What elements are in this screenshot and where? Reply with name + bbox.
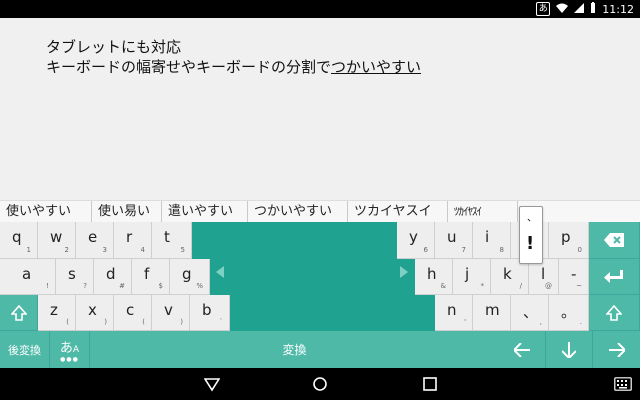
candidate-bar: 使いやすい 使い易い 遣いやすい つかいやすい ツカイヤスイ ﾂｶｲﾔｽｲ [0, 200, 640, 223]
shift-icon [589, 295, 639, 330]
navigation-bar [0, 368, 640, 400]
input-mode-label: あA [59, 340, 80, 356]
editor-line-2: キーボードの幅寄せやキーボードの分割でつかいやすい [46, 56, 421, 77]
enter-icon [589, 259, 639, 294]
enter-key[interactable] [589, 259, 640, 295]
undo-conversion-key[interactable]: 後変換 [0, 331, 50, 368]
key-d[interactable]: d # [94, 259, 132, 295]
key-t[interactable]: t5 [152, 222, 192, 259]
key-i[interactable]: i8 [473, 222, 511, 259]
key-w[interactable]: w2 [38, 222, 76, 259]
key-e[interactable]: e3 [76, 222, 114, 259]
ime-badge-icon: あ [536, 2, 551, 16]
key-y[interactable]: y6 [397, 222, 435, 259]
key-k[interactable]: k / [491, 259, 529, 295]
wifi-icon [556, 3, 569, 16]
cursor-down-key[interactable] [546, 331, 593, 368]
key-f[interactable]: f $ [132, 259, 170, 295]
software-keyboard: q1 w2 e3 r4 t5 y6 u7 i8 9 p0 a! s? d# f$… [0, 222, 640, 368]
candidate-item[interactable]: 使いやすい [0, 201, 92, 223]
key-l[interactable]: l @ [529, 259, 559, 295]
candidate-item[interactable]: ツカイヤスイ [348, 201, 448, 223]
key-j[interactable]: j * [453, 259, 491, 295]
battery-icon [590, 2, 596, 16]
status-bar: あ 11:12 [0, 0, 640, 18]
keyboard-split-gap [230, 295, 435, 331]
text-editor[interactable]: タブレットにも対応 キーボードの幅寄せやキーボードの分割でつかいやすい [0, 18, 640, 200]
arrow-down-icon [562, 341, 576, 358]
shift-icon [0, 295, 37, 330]
split-right-arrow-icon[interactable] [398, 266, 410, 278]
status-right: あ 11:12 [536, 0, 634, 18]
shift-key-right[interactable] [589, 295, 640, 331]
editor-line-1: タブレットにも対応 [46, 38, 182, 56]
keyboard-split-gap [192, 222, 397, 259]
key-r[interactable]: r4 [114, 222, 152, 259]
key-hyphen[interactable]: - ~ [559, 259, 589, 295]
key-q[interactable]: q1 [0, 222, 38, 259]
clock: 11:12 [602, 2, 634, 16]
key-c[interactable]: c( [114, 295, 152, 331]
key-z[interactable]: z( [38, 295, 76, 331]
signal-icon [574, 2, 585, 16]
key-n[interactable]: n ' [435, 295, 473, 331]
key-u[interactable]: u7 [435, 222, 473, 259]
arrow-right-icon [608, 342, 625, 357]
popup-main-char: ! [526, 233, 535, 254]
keyboard-switch-icon[interactable] [614, 376, 632, 392]
space-convert-key[interactable]: 変換 [90, 331, 499, 368]
key-comma[interactable]: 、, [511, 295, 549, 331]
key-p[interactable]: p0 [549, 222, 589, 259]
key-g[interactable]: g% [170, 259, 210, 295]
composing-text: つかいやすい [331, 58, 422, 76]
key-a[interactable]: a! [0, 259, 56, 295]
recents-icon[interactable] [422, 376, 438, 392]
candidate-item[interactable]: 遣いやすい [162, 201, 248, 223]
key-s[interactable]: s? [56, 259, 94, 295]
backspace-icon [589, 222, 639, 258]
arrow-left-icon [514, 342, 530, 357]
key-v[interactable]: v) [152, 295, 190, 331]
shift-key-left[interactable] [0, 295, 38, 331]
backspace-key[interactable] [589, 222, 640, 259]
key-popup: 、 ! [519, 206, 543, 264]
key-b[interactable]: b ` [190, 295, 230, 331]
candidate-item[interactable]: つかいやすい [248, 201, 348, 223]
candidate-item[interactable]: ﾂｶｲﾔｽｲ [448, 201, 518, 223]
popup-alt-char: 、 [527, 213, 537, 224]
back-icon[interactable] [204, 376, 220, 392]
input-mode-key[interactable]: あA ●●● [50, 331, 90, 368]
key-m[interactable]: m [473, 295, 511, 331]
key-h[interactable]: h & [415, 259, 453, 295]
editor-line-2-prefix: キーボードの幅寄せやキーボードの分割で [46, 58, 332, 76]
key-x[interactable]: x) [76, 295, 114, 331]
home-icon[interactable] [312, 376, 328, 392]
key-period[interactable]: 。. [549, 295, 589, 331]
cursor-left-key[interactable] [499, 331, 546, 368]
keyboard-split-gap [210, 259, 415, 295]
cursor-right-key[interactable] [593, 331, 640, 368]
mode-dots-icon: ●●● [60, 355, 79, 363]
split-left-arrow-icon[interactable] [214, 266, 226, 278]
candidate-item[interactable]: 使い易い [92, 201, 162, 223]
